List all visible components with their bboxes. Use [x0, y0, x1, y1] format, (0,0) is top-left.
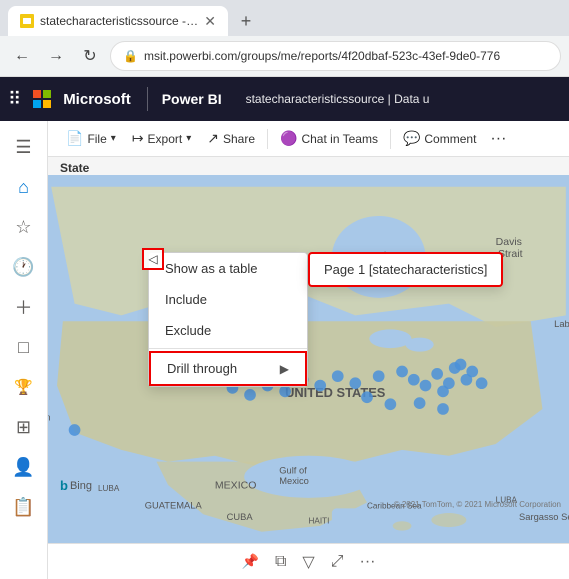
bing-logo: b Bing	[60, 478, 92, 493]
chat-label: Chat in Teams	[301, 132, 377, 146]
svg-text:Davis: Davis	[496, 236, 522, 248]
sidebar-learn-icon[interactable]: 📋	[6, 489, 42, 525]
copyright-text: © 2021 TomTom, © 2021 Microsoft Corporat…	[394, 500, 561, 509]
ctx-show-table-label: Show as a table	[165, 261, 258, 276]
sidebar-home-icon[interactable]: ⌂	[6, 169, 42, 205]
more-button[interactable]: ···	[486, 126, 510, 152]
tab-label: statecharacteristicssource - Powe	[40, 14, 198, 28]
app-body: ☰ ⌂ ☆ 🕐 ＋ □ 🏆 ⊞ 👤 📋 📄 File ▾ ↦ Export ▾ …	[0, 121, 569, 579]
bing-label: Bing	[70, 480, 92, 492]
sidebar-favorites-icon[interactable]: ☆	[6, 209, 42, 245]
svg-text:Labr...: Labr...	[554, 319, 569, 329]
ctx-exclude[interactable]: Exclude	[149, 315, 307, 346]
refresh-button[interactable]: ↻	[76, 42, 104, 70]
active-tab[interactable]: statecharacteristicssource - Powe ✕	[8, 6, 228, 36]
sidebar-recent-icon[interactable]: 🕐	[6, 249, 42, 285]
app-toolbar: ⠿ Microsoft Power BI statecharacteristic…	[0, 77, 569, 121]
ctx-drill-through[interactable]: Drill through ▶	[149, 351, 307, 386]
new-tab-button[interactable]: +	[232, 7, 260, 35]
url-text: msit.powerbi.com/groups/me/reports/4f20d…	[144, 49, 500, 63]
drill-through-submenu: Page 1 [statecharacteristics]	[308, 252, 503, 287]
share-button[interactable]: ↗ Share	[201, 126, 261, 151]
report-title: statecharacteristicssource | Data u	[246, 92, 561, 106]
export-label: Export	[148, 132, 183, 146]
map-container: State	[48, 157, 569, 543]
tab-close-btn[interactable]: ✕	[204, 13, 216, 30]
copy-bottom-icon[interactable]: ⧉	[275, 553, 286, 571]
svg-text:Sargasso Se...: Sargasso Se...	[519, 512, 569, 522]
forward-button[interactable]: →	[42, 42, 70, 70]
share-label: Share	[223, 132, 255, 146]
back-button[interactable]: ←	[8, 42, 36, 70]
sidebar: ☰ ⌂ ☆ 🕐 ＋ □ 🏆 ⊞ 👤 📋	[0, 121, 48, 579]
toolbar-divider	[147, 87, 148, 111]
ctx-include-label: Include	[165, 292, 207, 307]
drill-sub-page1-label: Page 1 [statecharacteristics]	[324, 262, 487, 277]
address-bar[interactable]: 🔒 msit.powerbi.com/groups/me/reports/4f2…	[110, 41, 561, 71]
ctx-drill-arrow: ▶	[280, 362, 289, 376]
share-icon: ↗	[207, 130, 219, 147]
drill-sub-page1[interactable]: Page 1 [statecharacteristics]	[310, 254, 501, 285]
tab-bar: statecharacteristicssource - Powe ✕ +	[0, 0, 569, 36]
ctx-drill-label: Drill through	[167, 361, 237, 376]
bing-icon: b	[60, 478, 68, 493]
filter-bottom-icon[interactable]: ▽	[302, 552, 314, 572]
context-menu: Show as a table Include Exclude Drill th…	[148, 252, 308, 387]
waffle-icon[interactable]: ⠿	[8, 89, 21, 110]
toolbar-separator-2	[390, 129, 391, 149]
svg-text:HAITI: HAITI	[309, 517, 330, 526]
expand-bottom-icon[interactable]: ⤢	[331, 553, 344, 571]
file-label: File	[87, 132, 106, 146]
export-chevron: ▾	[186, 133, 191, 144]
ctx-include[interactable]: Include	[149, 284, 307, 315]
ctx-separator	[149, 348, 307, 349]
sidebar-workspaces-icon[interactable]: ⊞	[6, 409, 42, 445]
sidebar-metrics-icon[interactable]: 🏆	[6, 369, 42, 405]
bottom-toolbar: 📌 ⧉ ▽ ⤢ ···	[48, 543, 569, 579]
tab-favicon	[20, 14, 34, 28]
map-svg: CANADA UNITED STATES MEXICO Hudson Bay D…	[48, 175, 569, 543]
browser-chrome: statecharacteristicssource - Powe ✕ + ← …	[0, 0, 569, 77]
app-brand-label: Microsoft	[63, 91, 131, 108]
nav-bar: ← → ↻ 🔒 msit.powerbi.com/groups/me/repor…	[0, 36, 569, 76]
svg-text:LUBA: LUBA	[98, 484, 120, 493]
report-toolbar: 📄 File ▾ ↦ Export ▾ ↗ Share 🟣 Chat in Te…	[48, 121, 569, 157]
file-icon: 📄	[66, 130, 83, 147]
ctx-show-table[interactable]: Show as a table	[149, 253, 307, 284]
pin-bottom-icon[interactable]: 📌	[242, 553, 259, 570]
toolbar-separator	[267, 129, 268, 149]
comment-label: Comment	[424, 132, 476, 146]
svg-text:Ocean: Ocean	[48, 413, 51, 423]
sidebar-profile-icon[interactable]: 👤	[6, 449, 42, 485]
chat-in-teams-button[interactable]: 🟣 Chat in Teams	[274, 126, 384, 151]
file-chevron: ▾	[111, 133, 116, 144]
ctx-exclude-label: Exclude	[165, 323, 211, 338]
svg-text:MEXICO: MEXICO	[215, 479, 256, 491]
sidebar-apps-icon[interactable]: □	[6, 329, 42, 365]
sidebar-menu-icon[interactable]: ☰	[6, 129, 42, 165]
powerbi-label: Power BI	[162, 91, 222, 107]
file-button[interactable]: 📄 File ▾	[60, 126, 122, 151]
report-area: 📄 File ▾ ↦ Export ▾ ↗ Share 🟣 Chat in Te…	[48, 121, 569, 579]
svg-text:Mexico: Mexico	[279, 476, 309, 486]
state-label: State	[60, 161, 89, 175]
export-icon: ↦	[132, 130, 144, 147]
more-bottom-icon[interactable]: ···	[360, 553, 376, 571]
svg-text:CUBA: CUBA	[227, 512, 254, 522]
microsoft-logo	[33, 90, 51, 108]
teams-icon: 🟣	[280, 130, 297, 147]
pin-icon-context[interactable]: ◁	[142, 248, 164, 270]
export-button[interactable]: ↦ Export ▾	[126, 126, 197, 151]
svg-text:GUATEMALA: GUATEMALA	[145, 500, 203, 510]
comment-button[interactable]: 💬 Comment	[397, 126, 482, 151]
svg-text:Gulf of: Gulf of	[279, 465, 307, 475]
lock-icon: 🔒	[123, 49, 138, 63]
sidebar-create-icon[interactable]: ＋	[6, 289, 42, 325]
comment-icon: 💬	[403, 130, 420, 147]
